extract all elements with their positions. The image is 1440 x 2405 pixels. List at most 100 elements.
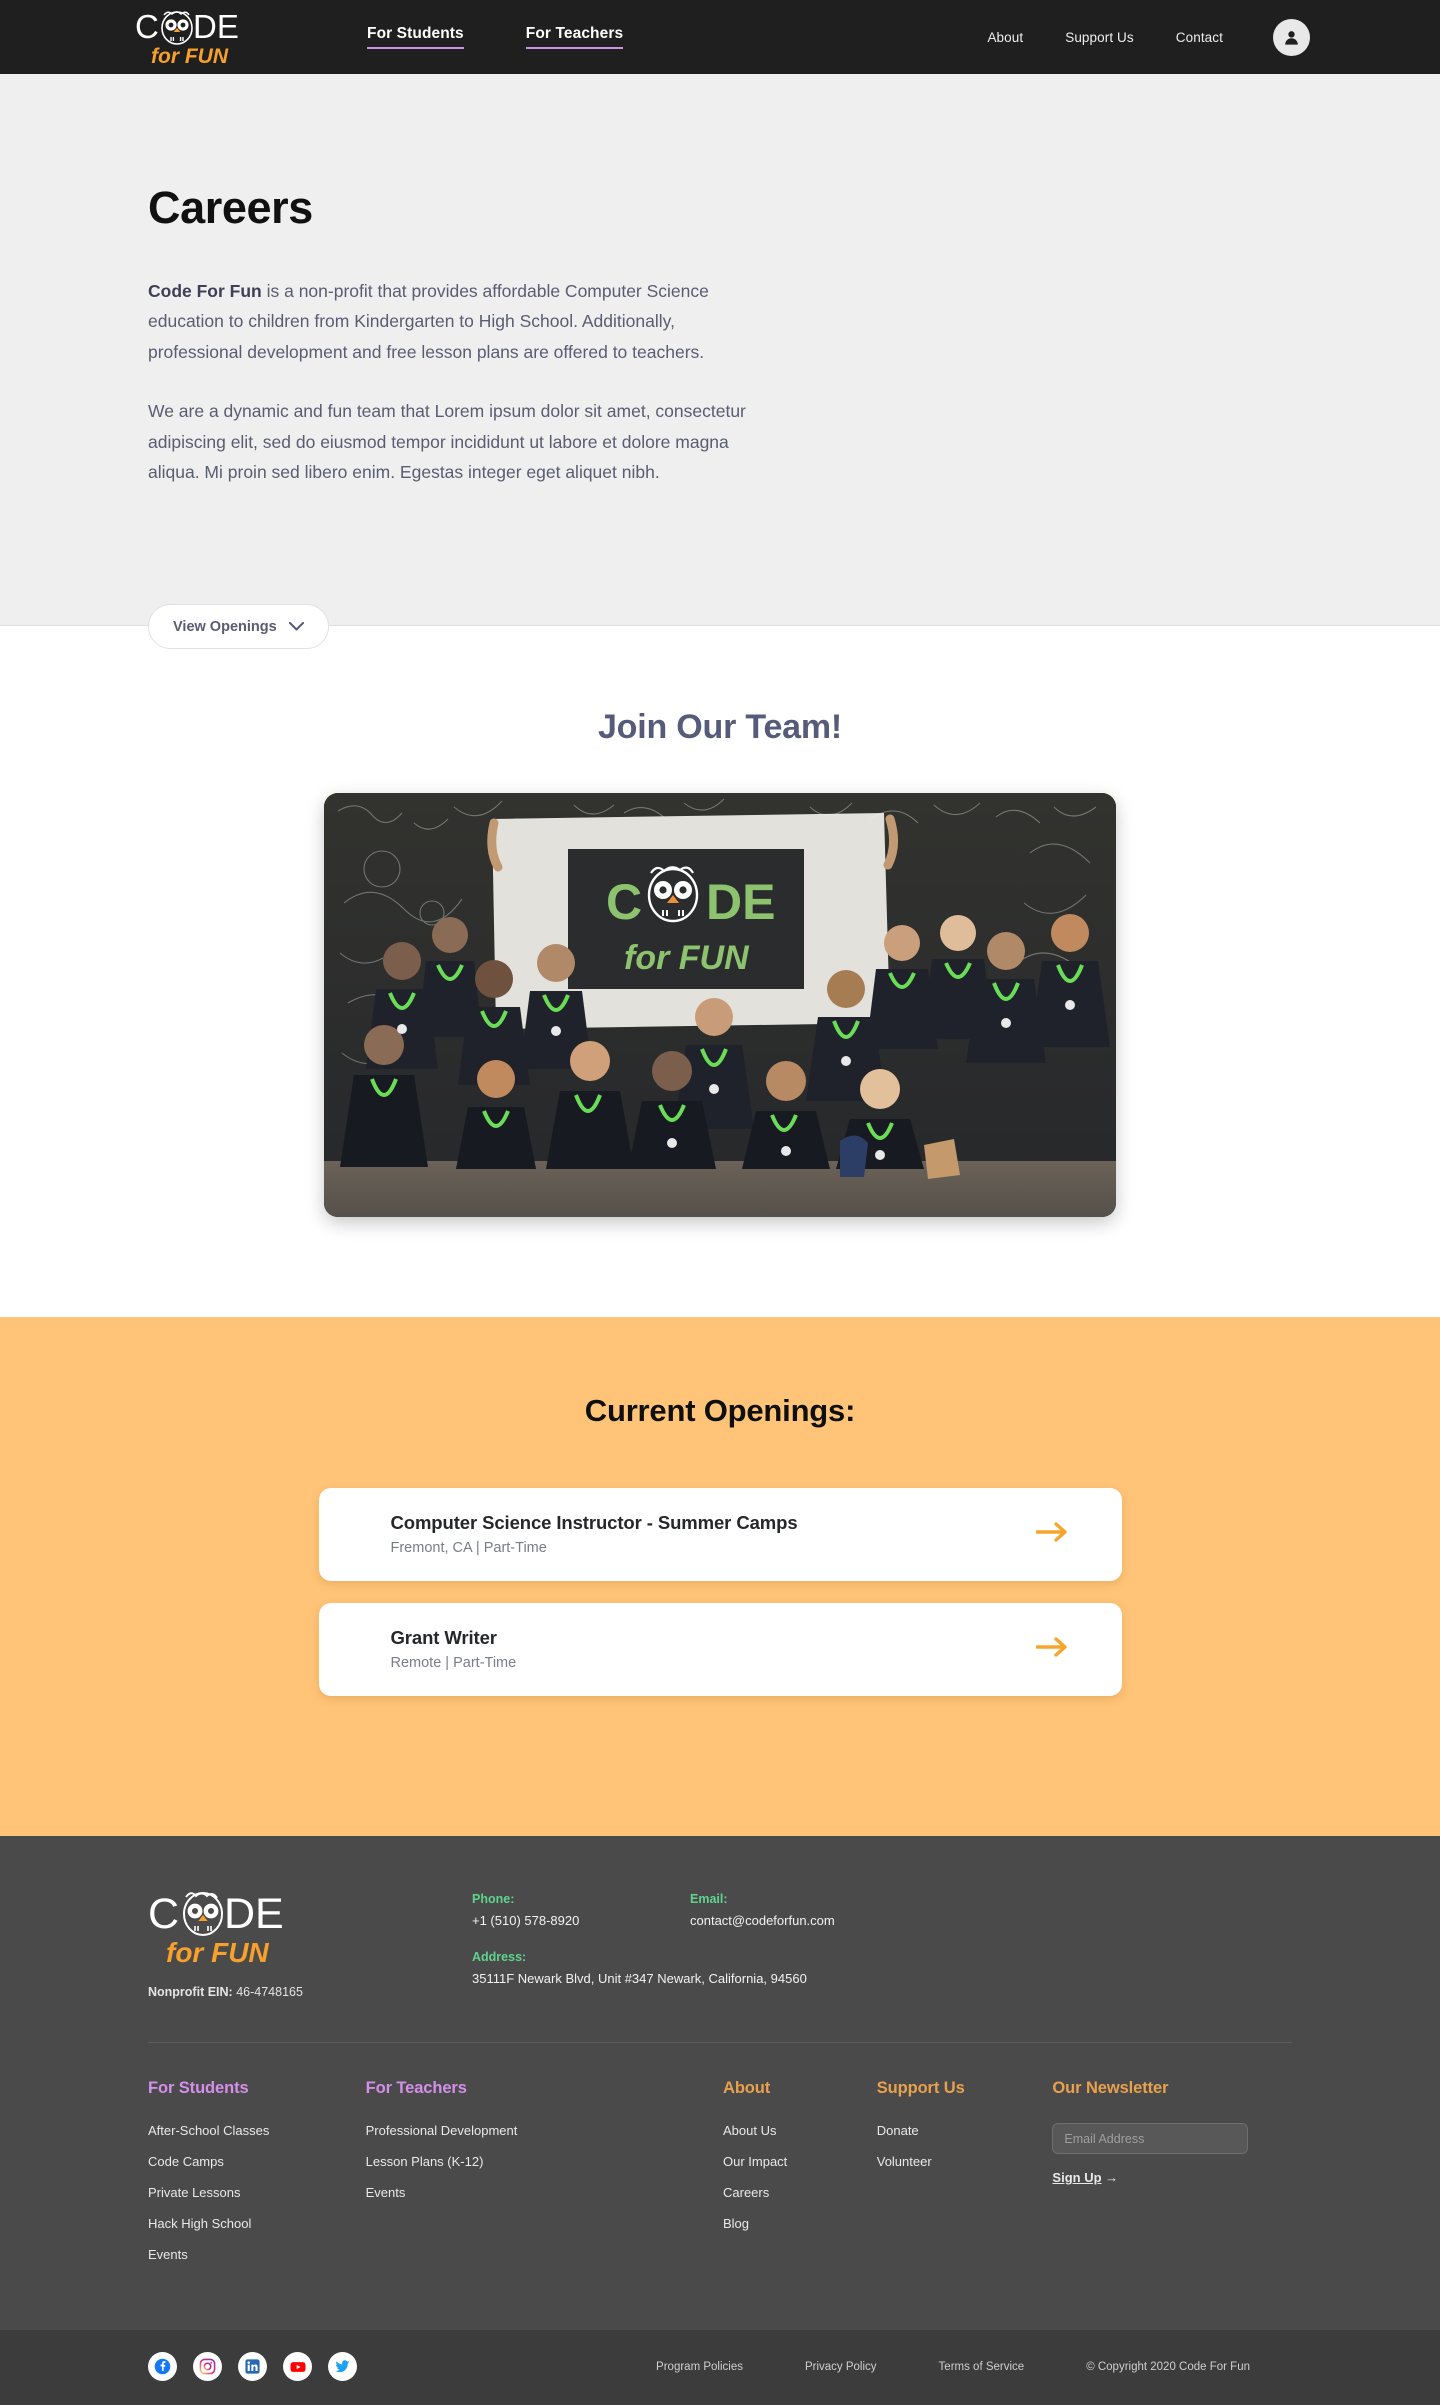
join-our-team-section: Join Our Team! C DE for FUN (0, 626, 1440, 1317)
footer-top: C DE for FUN Nonprofit EIN: 46-4748165 P… (148, 1886, 1292, 2008)
footer-link[interactable]: Professional Development (366, 2123, 723, 2138)
contact-phone: Phone: +1 (510) 578-8920 (472, 1892, 690, 1928)
job-title: Grant Writer (390, 1627, 498, 1648)
newsletter-email-input[interactable] (1052, 2123, 1249, 2154)
hero-paragraph-2: We are a dynamic and fun team that Lorem… (148, 401, 746, 483)
arrow-right-icon: → (1105, 2170, 1119, 2185)
job-card[interactable]: Computer Science Instructor - Summer Cam… (318, 1488, 1122, 1581)
svg-text:C: C (606, 874, 642, 930)
brand-name-bold: Code For Fun (148, 281, 262, 301)
address-value: 35111F Newark Blvd, Unit #347 Newark, Ca… (472, 1971, 807, 1986)
owl-icon (161, 11, 193, 45)
nav-support-us[interactable]: Support Us (1065, 30, 1134, 45)
social-links (148, 2352, 357, 2381)
contact-address: Address: 35111F Newark Blvd, Unit #347 N… (472, 1950, 912, 1986)
account-button[interactable] (1273, 18, 1310, 56)
footer-logo[interactable]: C DE for FUN (148, 1886, 304, 1968)
legal-link-program-policies[interactable]: Program Policies (656, 2361, 743, 2373)
footer-bottom-bar: Program Policies Privacy Policy Terms of… (0, 2330, 1440, 2405)
join-our-team-title: Join Our Team! (597, 708, 843, 746)
nav-for-teachers[interactable]: For Teachers (525, 25, 624, 50)
legal-link-privacy-policy[interactable]: Privacy Policy (805, 2361, 877, 2373)
social-link-linkedin[interactable] (238, 2352, 267, 2381)
address-label: Address: (472, 1950, 527, 1964)
owl-icon (183, 1892, 223, 1936)
footer-heading-about: About (723, 2079, 771, 2097)
nav-for-students[interactable]: For Students (367, 25, 464, 50)
job-card[interactable]: Grant Writer Remote | Part-Time (318, 1603, 1122, 1696)
svg-text:for FUN: for FUN (166, 1937, 269, 1968)
twitter-icon (335, 2360, 350, 2373)
legal-links: Program Policies Privacy Policy Terms of… (656, 2361, 1292, 2373)
facebook-icon (154, 2358, 171, 2375)
newsletter-signup-label: Sign Up (1052, 2170, 1102, 2185)
footer-link[interactable]: Private Lessons (148, 2185, 366, 2200)
arrow-right-icon (1034, 1636, 1068, 1663)
footer-link[interactable]: About Us (723, 2123, 877, 2138)
newsletter-signup-link[interactable]: Sign Up → (1052, 2170, 1292, 2185)
phone-value[interactable]: +1 (510) 578-8920 (472, 1913, 690, 1928)
footer-link[interactable]: Events (148, 2247, 366, 2262)
footer-link[interactable]: Lesson Plans (K-12) (366, 2154, 723, 2169)
copyright-text: © Copyright 2020 Code For Fun (1086, 2360, 1250, 2373)
footer-link[interactable]: Careers (723, 2185, 877, 2200)
view-openings-button[interactable]: View Openings (148, 604, 329, 649)
job-meta: Remote | Part-Time (390, 1655, 517, 1671)
svg-text:DE: DE (224, 1890, 284, 1938)
footer-heading-for-students: For Students (148, 2079, 249, 2097)
arrow-right-icon (1034, 1521, 1068, 1548)
ein-label: Nonprofit EIN: (148, 1985, 233, 1999)
footer-column-for-teachers: For Teachers Professional Development Le… (366, 2079, 723, 2278)
social-link-facebook[interactable] (148, 2352, 177, 2381)
svg-text:C: C (135, 8, 159, 45)
social-link-youtube[interactable] (283, 2352, 312, 2381)
footer-link[interactable]: After-School Classes (148, 2123, 366, 2138)
primary-navigation: For Students For Teachers (367, 25, 624, 50)
logo-artwork: C DE for FUN (135, 8, 239, 68)
footer-column-newsletter: Our Newsletter Sign Up → (1052, 2079, 1292, 2278)
svg-text:for FUN: for FUN (624, 939, 750, 977)
site-footer: C DE for FUN Nonprofit EIN: 46-4748165 P… (0, 1836, 1440, 2405)
footer-link[interactable]: Volunteer (877, 2154, 1053, 2169)
footer-link[interactable]: Hack High School (148, 2216, 366, 2231)
footer-column-for-students: For Students After-School Classes Code C… (148, 2079, 366, 2278)
site-header: C DE for FUN For Students For Teachers A… (0, 0, 1440, 74)
hero-paragraph-1: Code For Fun is a non-profit that provid… (148, 276, 756, 367)
current-openings-title: Current Openings: (584, 1393, 856, 1428)
nav-contact[interactable]: Contact (1176, 30, 1223, 45)
team-photo: C DE for FUN (324, 793, 1116, 1217)
svg-text:for FUN: for FUN (151, 45, 229, 68)
site-logo[interactable]: C DE for FUN (135, 6, 257, 68)
footer-link[interactable]: Blog (723, 2216, 877, 2231)
team-photo-artwork: C DE for FUN (324, 793, 1116, 1217)
legal-link-terms-of-service[interactable]: Terms of Service (939, 2361, 1025, 2373)
footer-link[interactable]: Donate (877, 2123, 1053, 2138)
phone-label: Phone: (472, 1892, 515, 1906)
user-account-icon (1285, 30, 1298, 45)
footer-column-support-us: Support Us Donate Volunteer (877, 2079, 1053, 2278)
footer-link-columns: For Students After-School Classes Code C… (148, 2079, 1292, 2278)
social-link-twitter[interactable] (328, 2352, 357, 2381)
nonprofit-ein: Nonprofit EIN: 46-4748165 (148, 1985, 304, 1999)
footer-link[interactable]: Events (366, 2185, 723, 2200)
contact-email: Email: contact@codeforfun.com (690, 1892, 908, 1928)
email-label: Email: (690, 1892, 728, 1906)
job-text: Computer Science Instructor - Summer Cam… (391, 1512, 1036, 1556)
nav-about[interactable]: About (987, 30, 1023, 45)
page-title: Careers (148, 182, 313, 233)
svg-text:C: C (148, 1890, 179, 1938)
footer-contact: Phone: +1 (510) 578-8920 Email: contact@… (472, 1892, 1032, 2008)
linkedin-icon (245, 2359, 260, 2374)
footer-link[interactable]: Code Camps (148, 2154, 366, 2169)
footer-link[interactable]: Our Impact (723, 2154, 877, 2169)
chevron-down-icon (288, 622, 304, 631)
footer-divider (148, 2042, 1292, 2043)
youtube-icon (290, 2361, 305, 2372)
job-title: Computer Science Instructor - Summer Cam… (390, 1512, 798, 1533)
footer-logo-artwork: C DE for FUN (148, 1890, 284, 1968)
social-link-instagram[interactable] (193, 2352, 222, 2381)
footer-heading-support-us: Support Us (876, 2079, 965, 2097)
instagram-icon (199, 2358, 216, 2375)
footer-heading-newsletter: Our Newsletter (1052, 2079, 1169, 2097)
email-value[interactable]: contact@codeforfun.com (690, 1913, 908, 1928)
